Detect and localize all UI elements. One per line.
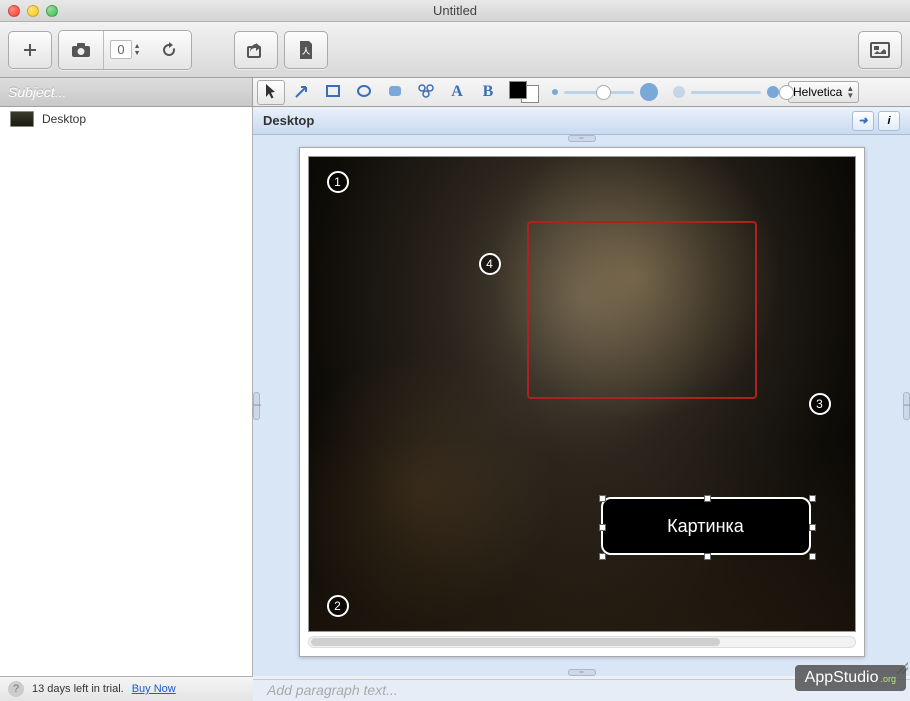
bold-tool[interactable]: B — [474, 80, 502, 105]
pdf-button[interactable]: 人 — [284, 31, 328, 69]
annotation-toolbar: A B Helvetica ▲▼ — [253, 78, 910, 106]
info-button[interactable]: i — [878, 111, 900, 131]
arrow-icon — [294, 83, 310, 102]
bold-icon: B — [483, 83, 494, 101]
refresh-button[interactable] — [147, 31, 191, 69]
window-controls — [8, 5, 58, 17]
status-bar: ? 13 days left in trial. Buy Now — [0, 676, 253, 701]
callout-icon — [417, 83, 435, 102]
canvas-scrollbar[interactable] — [308, 636, 856, 648]
text-tool[interactable]: A — [443, 80, 471, 105]
callout-tool[interactable] — [412, 80, 440, 105]
annotation-callout[interactable]: Картинка — [601, 497, 811, 555]
selection-handle[interactable] — [809, 524, 816, 531]
font-select[interactable]: Helvetica ▲▼ — [788, 81, 859, 103]
info-icon: i — [887, 115, 890, 127]
window-title: Untitled — [0, 3, 910, 18]
opacity-slider[interactable] — [673, 86, 779, 98]
ellipse-tool[interactable] — [350, 80, 378, 105]
help-icon[interactable]: ? — [8, 681, 24, 697]
titlebar: Untitled — [0, 0, 910, 22]
selection-handle[interactable] — [704, 553, 711, 560]
pdf-icon: 人 — [297, 40, 315, 60]
subject-field-container — [0, 78, 253, 106]
watermark-tld: .org — [880, 674, 896, 684]
subject-input[interactable] — [8, 84, 244, 100]
rounded-rect-icon — [387, 83, 403, 102]
plus-icon — [22, 42, 38, 58]
select-tool[interactable] — [257, 80, 285, 105]
pane-grip-left[interactable]: ║ — [253, 392, 260, 420]
document-title: Desktop — [263, 113, 314, 128]
annotation-marker[interactable]: 1 — [327, 171, 349, 193]
buy-now-link[interactable]: Buy Now — [132, 683, 176, 695]
watermark: AppStudio .org — [795, 665, 906, 691]
svg-text:人: 人 — [302, 46, 311, 56]
watermark-brand: AppStudio — [805, 669, 879, 687]
close-icon[interactable] — [8, 5, 20, 17]
camera-icon — [71, 42, 91, 58]
screenshot-image[interactable]: 1 4 3 2 Картинка — [308, 156, 856, 632]
refresh-icon — [160, 41, 178, 59]
dot-large-icon — [640, 83, 658, 101]
annotation-rectangle[interactable] — [527, 221, 757, 399]
selection-handle[interactable] — [599, 553, 606, 560]
capture-group: 0 ▲▼ — [58, 30, 192, 70]
font-select-value: Helvetica — [793, 85, 842, 99]
sidebar-item-label: Desktop — [42, 112, 86, 126]
rectangle-icon — [325, 83, 341, 102]
share-icon — [246, 41, 266, 59]
sidebar: Desktop — [0, 107, 253, 676]
annotation-marker[interactable]: 2 — [327, 595, 349, 617]
callout-text: Картинка — [667, 516, 744, 537]
pane-grip-top[interactable]: ═ — [568, 135, 596, 142]
zoom-icon[interactable] — [46, 5, 58, 17]
share-button[interactable] — [234, 31, 278, 69]
annotation-marker[interactable]: 4 — [479, 253, 501, 275]
sub-toolbar-row: A B Helvetica ▲▼ — [0, 78, 910, 107]
document-header: Desktop ➜ i — [253, 107, 910, 135]
selection-handle[interactable] — [599, 524, 606, 531]
minimize-icon[interactable] — [27, 5, 39, 17]
rounded-rect-tool[interactable] — [381, 80, 409, 105]
dot-faint-icon — [673, 86, 685, 98]
counter-value: 0 — [110, 40, 131, 59]
select-arrows-icon: ▲▼ — [846, 85, 854, 99]
editor-pane: Desktop ➜ i ═ ═ ║ ║ 1 4 3 2 Картинка — [253, 107, 910, 676]
pane-grip-right[interactable]: ║ — [903, 392, 910, 420]
canvas-card: 1 4 3 2 Картинка — [299, 147, 865, 657]
dot-solid-icon — [767, 86, 779, 98]
body: Desktop Desktop ➜ i ═ ═ ║ ║ 1 4 3 2 Картинка — [0, 107, 910, 676]
library-button[interactable] — [858, 31, 902, 69]
dot-small-icon — [552, 89, 558, 95]
rect-tool[interactable] — [319, 80, 347, 105]
arrow-tool[interactable] — [288, 80, 316, 105]
goto-button[interactable]: ➜ — [852, 111, 874, 131]
pane-grip-bottom[interactable]: ═ — [568, 669, 596, 676]
goto-arrow-icon: ➜ — [858, 114, 867, 127]
selection-handle[interactable] — [809, 553, 816, 560]
trial-status-text: 13 days left in trial. — [32, 683, 124, 695]
selection-handle[interactable] — [809, 495, 816, 502]
ellipse-icon — [356, 83, 372, 102]
camera-button[interactable] — [59, 31, 103, 69]
text-icon: A — [451, 83, 463, 101]
add-button[interactable] — [8, 31, 52, 69]
annotation-marker[interactable]: 3 — [809, 393, 831, 415]
cursor-icon — [264, 83, 278, 102]
canvas-area: ═ ═ ║ ║ 1 4 3 2 Картинка — [253, 135, 910, 676]
selection-handle[interactable] — [599, 495, 606, 502]
color-swatch[interactable] — [509, 81, 539, 103]
stroke-color-icon — [509, 81, 527, 99]
capture-counter: 0 ▲▼ — [103, 31, 147, 69]
main-toolbar: 0 ▲▼ 人 — [0, 22, 910, 78]
selection-handle[interactable] — [704, 495, 711, 502]
thumbnail-icon — [10, 111, 34, 127]
stroke-width-slider[interactable] — [552, 83, 658, 101]
sidebar-item-desktop[interactable]: Desktop — [0, 107, 252, 131]
counter-stepper[interactable]: ▲▼ — [134, 43, 141, 57]
image-library-icon — [870, 42, 890, 58]
